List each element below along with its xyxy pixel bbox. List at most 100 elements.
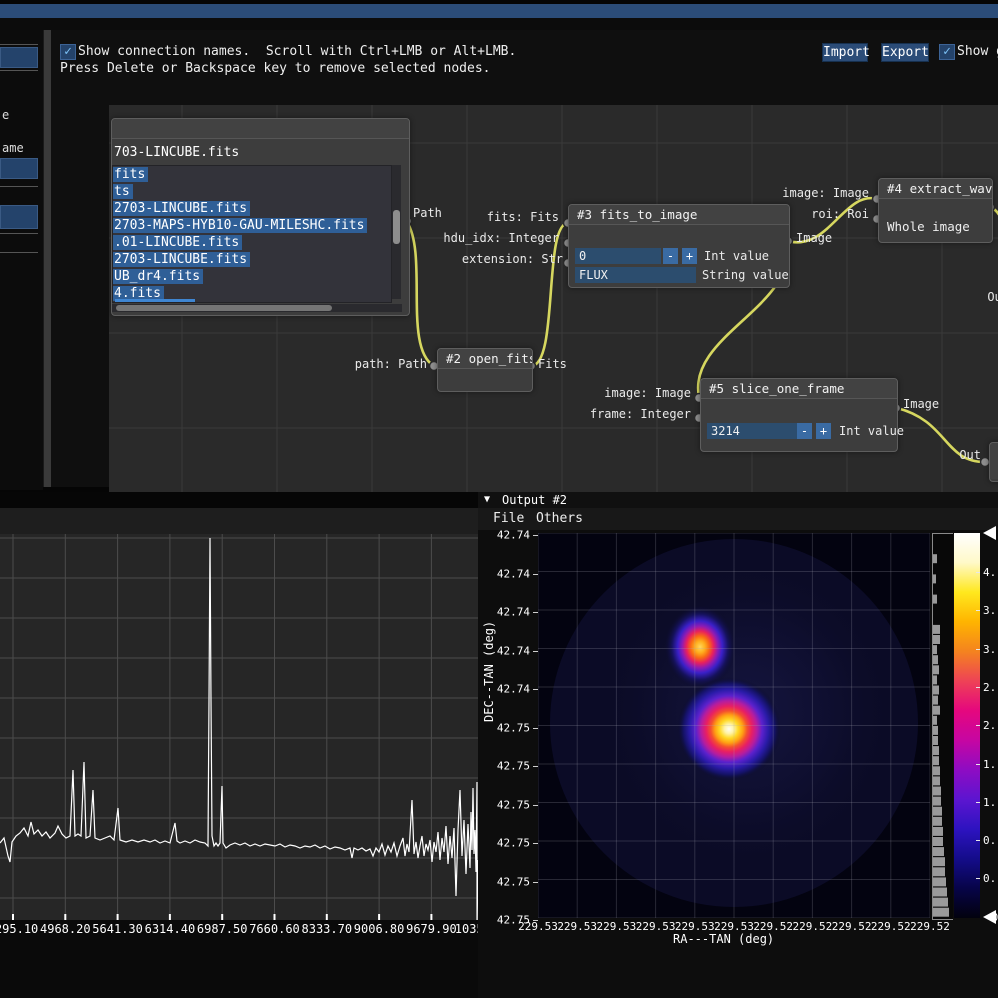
file-node-titlebar[interactable] [112, 119, 409, 139]
heatmap-ytick-label: 42.75 [490, 798, 530, 811]
colorbar-tick-label: 1. [983, 758, 998, 771]
show-grid-checkbox[interactable]: ✓ [939, 44, 955, 60]
heatmap-xtick-label: 229.53 [714, 920, 754, 933]
int-value-label: Int value [704, 248, 769, 264]
file-current-label: 703-LINCUBE.fits [114, 145, 390, 160]
port-label-extension-in: extension: Str [443, 252, 563, 266]
node-title[interactable]: #3 fits_to_image [569, 205, 789, 225]
port-label-fits-in: fits: Fits [479, 210, 559, 224]
roi-mode-label[interactable]: Whole image [887, 219, 970, 234]
port-label-fits-out: Fits [538, 357, 567, 371]
heatmap-ytick [533, 535, 538, 536]
sidebar-button-1[interactable] [0, 47, 38, 68]
heatmap-ytick [533, 651, 538, 652]
heatmap-ytick [533, 766, 538, 767]
export-button[interactable]: Export [881, 43, 929, 62]
titlebar-shadow [0, 18, 998, 30]
selection-underline [115, 299, 195, 302]
spectrum-xtick-label: 6314.40 [145, 922, 196, 936]
file-list-item[interactable]: ts [113, 183, 391, 200]
file-list-item[interactable]: 2703-LINCUBE.fits [113, 251, 391, 268]
file-list-hscrollbar[interactable] [112, 304, 402, 312]
show-connection-names-checkbox[interactable]: ✓ [60, 44, 76, 60]
node-title[interactable]: Output # [990, 443, 998, 479]
port-label-path-out: Path [413, 206, 442, 220]
heatmap-xtick-label: 229.52 [871, 920, 911, 933]
output2-titlebar[interactable]: ▼ Output #2 [478, 492, 998, 508]
source-blob-lower [677, 677, 781, 781]
spectrum-menubar[interactable] [0, 508, 478, 534]
port-label-out-1: Out [981, 290, 998, 304]
frame-plus-button[interactable]: + [816, 423, 831, 439]
import-button[interactable]: Import [822, 43, 868, 62]
check-icon: ✓ [943, 44, 951, 59]
node-editor-window: ✓ Show connection names. Scroll with Ctr… [51, 30, 998, 487]
heatmap-xtick-label: 229.53 [636, 920, 676, 933]
heatmap-ytick [533, 805, 538, 806]
spectrum-xtick-label: 5641.30 [92, 922, 143, 936]
port-label-out-2: Out [953, 448, 981, 462]
node-title[interactable]: #2 open_fits [438, 349, 532, 369]
heatmap-ytick-label: 42.75 [490, 875, 530, 888]
node-canvas[interactable]: 703-LINCUBE.fits fitsts2703-LINCUBE.fits… [109, 105, 998, 517]
colorbar-tick-label: 0. [983, 872, 998, 885]
divider [0, 44, 38, 45]
colorbar-min-label: -0 [985, 911, 998, 924]
node-slice-one-frame[interactable]: #5 slice_one_frame 3214 - + Int value [700, 378, 898, 452]
heatmap-xtick-label: 229.52 [910, 920, 950, 933]
vscrollbar-thumb[interactable] [393, 210, 400, 244]
collapse-icon[interactable]: ▼ [484, 492, 490, 508]
heatmap-ytick-label: 42.75 [490, 760, 530, 773]
colorbar-tick-label: 3. [983, 643, 998, 656]
string-value-label: String value [702, 267, 789, 283]
sidebar-button-3[interactable] [0, 205, 38, 229]
spectrum-xtick-labels: 4295.104968.205641.306314.406987.507660.… [0, 922, 478, 938]
heatmap-ytick-label: 42.74 [490, 683, 530, 696]
heatmap-ytick-label: 42.74 [490, 529, 530, 542]
port-label-image-in-slice: image: Image [595, 386, 691, 400]
spectrum-window-titlebar[interactable] [0, 492, 478, 508]
frame-field[interactable]: 3214 [707, 423, 797, 439]
node-title[interactable]: #5 slice_one_frame [701, 379, 897, 399]
source-blob-upper [664, 605, 736, 689]
show-grid-label: Show g [957, 44, 998, 59]
extension-field[interactable]: FLUX [575, 267, 696, 283]
colorbar-tick [976, 610, 980, 611]
file-list-item[interactable]: .01-LINCUBE.fits [113, 234, 391, 251]
spectrum-xtick-label: 8333.70 [302, 922, 353, 936]
menu-others[interactable]: Others [536, 511, 583, 526]
node-output-2[interactable]: Output # [989, 442, 998, 482]
node-fits-to-image[interactable]: #3 fits_to_image 0 - + Int value FLUX St… [568, 204, 790, 288]
file-list-item[interactable]: 2703-LINCUBE.fits [113, 200, 391, 217]
menu-file[interactable]: File [493, 511, 524, 526]
hscrollbar-thumb[interactable] [116, 305, 332, 311]
file-list-node[interactable]: 703-LINCUBE.fits fitsts2703-LINCUBE.fits… [111, 118, 410, 316]
hdu-idx-field[interactable]: 0 [575, 248, 661, 264]
heatmap-xlabel: RA---TAN (deg) [673, 932, 774, 946]
file-list-vscrollbar[interactable] [392, 165, 401, 299]
port-label-image-in-ew: image: Image [773, 186, 869, 200]
spectrum-plot[interactable] [0, 534, 478, 920]
hdu-idx-plus-button[interactable]: + [682, 248, 697, 264]
divider [0, 186, 38, 187]
heatmap-xtick-label: 229.53 [557, 920, 597, 933]
output2-title: Output #2 [502, 492, 567, 508]
file-listbox[interactable]: fitsts2703-LINCUBE.fits2703-MAPS-HYB10-G… [112, 165, 392, 303]
heatmap-image[interactable] [538, 533, 930, 918]
window-titlebar[interactable] [0, 4, 998, 18]
hdu-idx-minus-button[interactable]: - [663, 248, 678, 264]
frame-minus-button[interactable]: - [797, 423, 812, 439]
node-open-fits[interactable]: #2 open_fits [437, 348, 533, 392]
spectrum-xtick-label: 7660.60 [249, 922, 300, 936]
port-label-image-out-f2i: Image [796, 231, 832, 245]
sidebar-button-2[interactable] [0, 158, 38, 179]
colorbar-max-slider-arrow[interactable] [983, 526, 996, 540]
file-list-item[interactable]: 2703-MAPS-HYB10-GAU-MILESHC.fits [113, 217, 391, 234]
output2-menubar: File Others [478, 508, 998, 530]
file-list-item[interactable]: fits [113, 166, 391, 183]
file-list-item[interactable]: UB_dr4.fits [113, 268, 391, 285]
heatmap-xtick-label: 229.52 [832, 920, 872, 933]
node-title[interactable]: #4 extract_wave [879, 179, 992, 199]
spectrum-xtick-label: 9679.90 [406, 922, 457, 936]
node-extract-wave[interactable]: #4 extract_wave Whole image [878, 178, 993, 243]
